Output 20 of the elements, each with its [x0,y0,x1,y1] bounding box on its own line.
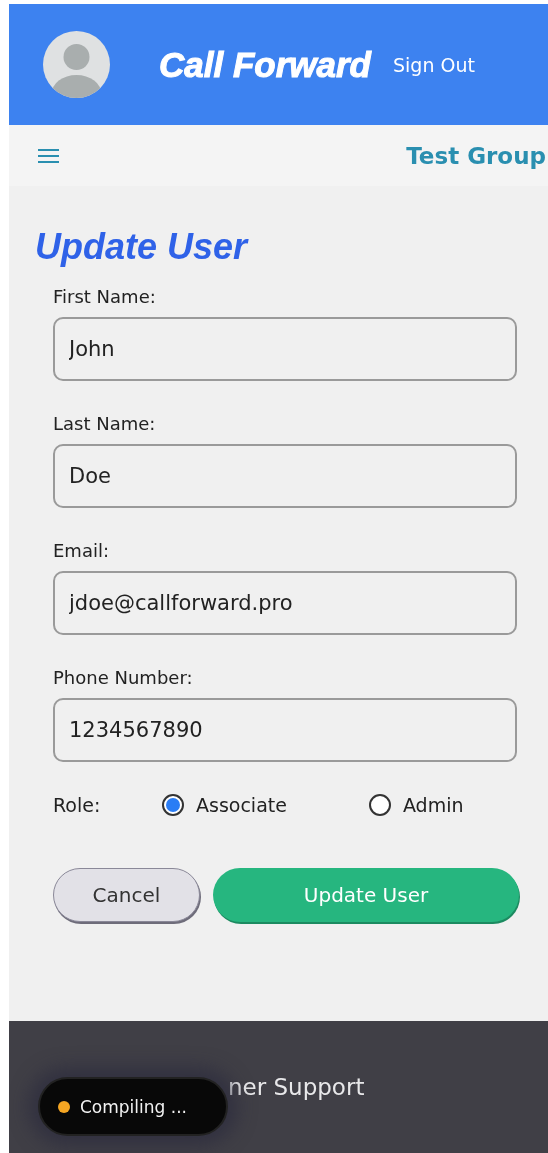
input-field[interactable]: 1234567890 [53,698,517,762]
menu-icon[interactable] [38,147,59,164]
footer-link[interactable]: ner Support [228,1074,365,1100]
app-title: Call Forward [159,44,371,85]
radio-option[interactable]: Associate [162,794,287,816]
input-field[interactable]: jdoe@callforward.pro [53,571,517,635]
field-label: Last Name: [53,413,157,434]
field-label: Phone Number: [53,667,194,688]
sign-out-link[interactable]: Sign Out [393,53,475,76]
input-field[interactable]: Doe [53,444,517,508]
field-label: First Name: [53,286,157,307]
group-name: Test Group [406,142,546,169]
radio-option[interactable]: Admin [368,794,464,816]
status-toast: Compiling ... [38,1077,228,1136]
field-label: Email: [53,540,110,561]
status-dot-icon [58,1100,70,1113]
page-heading: Update User [35,226,250,268]
role-label: Role: [53,794,102,816]
avatar-icon[interactable] [43,31,110,98]
cancel-button[interactable]: Cancel [53,868,200,922]
